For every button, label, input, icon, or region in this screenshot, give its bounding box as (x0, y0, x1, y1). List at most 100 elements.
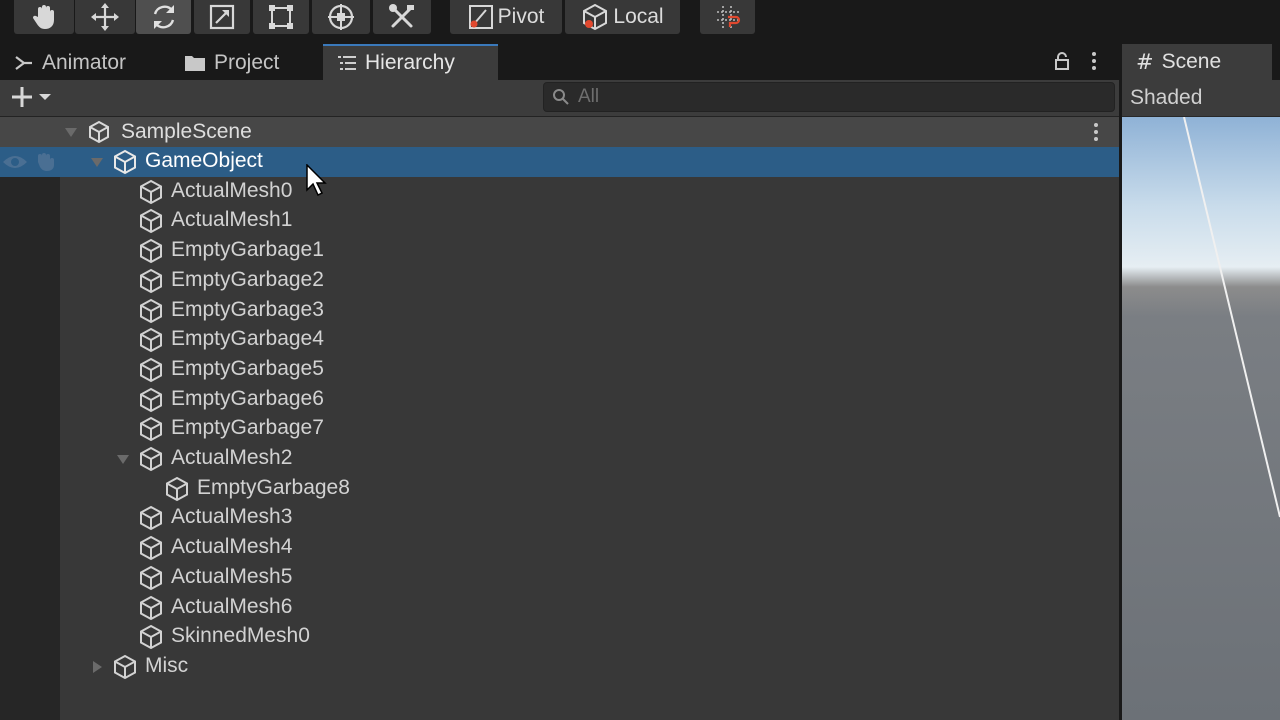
hierarchy-item-label: EmptyGarbage4 (171, 327, 324, 351)
scene-header-row[interactable]: SampleScene (0, 117, 1119, 147)
plus-icon (12, 87, 32, 107)
hierarchy-item-label: ActualMesh5 (171, 564, 293, 588)
transform-tool-button[interactable] (312, 0, 370, 34)
main-toolbar: Pivot Local (0, 0, 1280, 40)
hierarchy-item[interactable]: EmptyGarbage1 (0, 236, 1119, 266)
hand-icon (32, 5, 54, 29)
hierarchy-item[interactable]: EmptyGarbage2 (0, 266, 1119, 296)
chevron-down-icon (39, 94, 51, 100)
gameobject-cube-icon (138, 446, 164, 477)
hierarchy-item[interactable]: ActualMesh5 (0, 563, 1119, 593)
local-cube-icon (583, 3, 608, 31)
hierarchy-item[interactable]: ActualMesh3 (0, 503, 1119, 533)
scene-hash-icon: # (1136, 50, 1154, 74)
custom-tool-button[interactable] (373, 0, 431, 34)
gameobject-cube-icon (138, 298, 164, 329)
scene-viewport[interactable] (1122, 117, 1280, 720)
hierarchy-item-label: EmptyGarbage6 (171, 386, 324, 410)
pickable-hand-icon[interactable] (34, 152, 56, 177)
collapsed-arrow-icon[interactable] (90, 660, 104, 674)
lock-button[interactable] (1053, 52, 1071, 75)
hierarchy-item-label: ActualMesh3 (171, 505, 293, 529)
gameobject-cube-icon (138, 208, 164, 239)
hierarchy-item-label: ActualMesh4 (171, 535, 293, 559)
hand-tool-button[interactable] (14, 0, 74, 34)
gameobject-cube-icon (138, 565, 164, 596)
hierarchy-item[interactable]: ActualMesh2 (0, 444, 1119, 474)
gameobject-cube-icon (138, 387, 164, 418)
folder-icon (185, 56, 205, 71)
hierarchy-item-label: EmptyGarbage1 (171, 238, 324, 262)
grid-snap-icon (716, 6, 740, 28)
tab-animator[interactable]: Animator (14, 46, 164, 80)
hierarchy-item-label: Misc (145, 653, 189, 677)
hierarchy-item-label: EmptyGarbage5 (171, 356, 324, 380)
hierarchy-item[interactable]: ActualMesh6 (0, 593, 1119, 623)
scene-toolbar: Shaded (1122, 80, 1280, 116)
tools-icon (389, 4, 414, 28)
hierarchy-search-field[interactable]: All (543, 82, 1115, 112)
scale-icon (209, 4, 235, 30)
lock-icon (1055, 52, 1069, 70)
hierarchy-item[interactable]: EmptyGarbage8 (0, 474, 1119, 504)
gameobject-cube-icon (138, 624, 164, 655)
visibility-eye-icon[interactable] (2, 153, 28, 176)
gameobject-cube-icon (138, 595, 164, 626)
hierarchy-item[interactable]: Misc (0, 652, 1119, 682)
tab-project[interactable]: Project (184, 46, 314, 80)
hierarchy-item[interactable]: GameObject (0, 147, 1119, 177)
hierarchy-item[interactable]: EmptyGarbage4 (0, 325, 1119, 355)
hierarchy-item-label: EmptyGarbage7 (171, 416, 324, 440)
unity-scene-icon (89, 120, 109, 144)
shading-mode-dropdown[interactable]: Shaded (1130, 86, 1202, 110)
scene-tabbar: # Scene (1122, 40, 1280, 80)
tab-scene-label: Scene (1161, 50, 1222, 73)
hierarchy-search-row: All (0, 80, 1119, 117)
kebab-menu-icon (1092, 52, 1096, 70)
pivot-label: Pivot (497, 5, 545, 28)
expanded-arrow-icon[interactable] (90, 155, 104, 169)
grid-snap-button[interactable] (700, 0, 755, 34)
search-placeholder: All (578, 86, 600, 107)
local-toggle-button[interactable]: Local (565, 0, 680, 34)
transform-icon (328, 4, 354, 30)
scale-tool-button[interactable] (194, 0, 250, 34)
hierarchy-item[interactable]: ActualMesh0 (0, 177, 1119, 207)
hierarchy-item[interactable]: EmptyGarbage3 (0, 296, 1119, 326)
animator-icon (15, 56, 32, 70)
tab-scene[interactable]: # Scene (1122, 44, 1272, 80)
tab-animator-label: Animator (42, 51, 127, 74)
tab-hierarchy[interactable]: Hierarchy (323, 44, 498, 80)
move-arrows-icon (91, 3, 119, 31)
gameobject-cube-icon (138, 238, 164, 269)
hierarchy-item[interactable]: ActualMesh4 (0, 533, 1119, 563)
rotate-icon (153, 5, 174, 29)
scene-menu-icon[interactable] (1091, 121, 1101, 143)
hierarchy-item-label: EmptyGarbage3 (171, 297, 324, 321)
mouse-cursor (306, 164, 327, 197)
panel-menu-button[interactable] (1089, 50, 1099, 77)
search-icon (553, 89, 569, 105)
gameobject-cube-icon (112, 149, 138, 180)
pivot-toggle-button[interactable]: Pivot (450, 0, 562, 34)
hierarchy-item[interactable]: EmptyGarbage7 (0, 414, 1119, 444)
hierarchy-item[interactable]: ActualMesh1 (0, 206, 1119, 236)
expand-arrow-icon[interactable] (64, 125, 78, 139)
hierarchy-item-label: GameObject (145, 149, 263, 172)
tab-hierarchy-label: Hierarchy (365, 51, 455, 74)
gameobject-cube-icon (138, 505, 164, 536)
create-button[interactable] (10, 85, 52, 109)
pivot-icon (468, 5, 493, 29)
scene-name-label: SampleScene (121, 120, 252, 143)
tab-project-label: Project (214, 51, 280, 74)
rotate-tool-button[interactable] (136, 0, 191, 34)
hierarchy-item[interactable]: EmptyGarbage6 (0, 385, 1119, 415)
move-tool-button[interactable] (75, 0, 135, 34)
hierarchy-item-label: ActualMesh0 (171, 178, 293, 202)
hierarchy-item[interactable]: SkinnedMesh0 (0, 622, 1119, 652)
hierarchy-item[interactable]: EmptyGarbage5 (0, 355, 1119, 385)
hierarchy-rows: GameObject ActualMesh0 ActualMesh1 EmptyGar… (0, 147, 1119, 720)
expanded-arrow-icon[interactable] (116, 452, 130, 466)
gameobject-cube-icon (164, 476, 190, 507)
rect-tool-button[interactable] (253, 0, 309, 34)
